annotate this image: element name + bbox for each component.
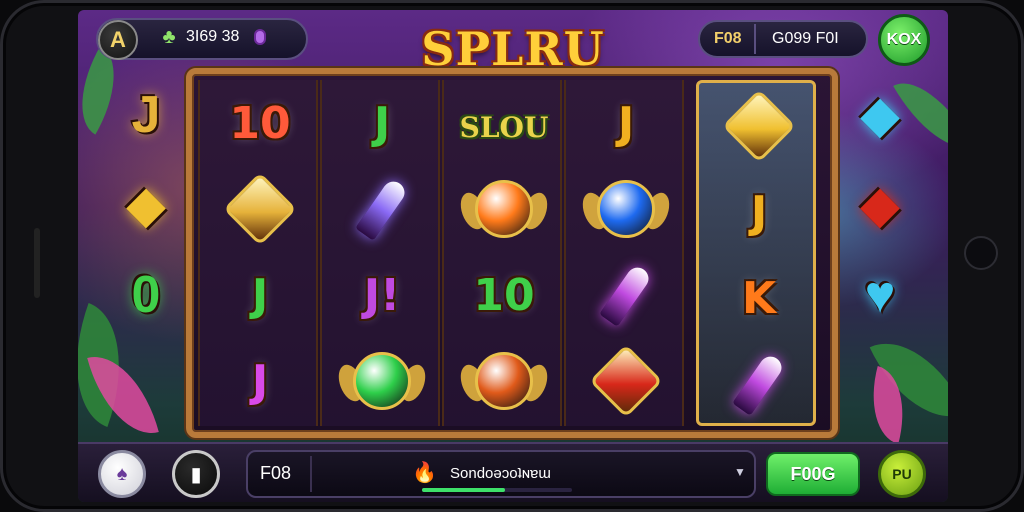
win-label: F08 [714, 30, 742, 47]
phone-side-button [34, 228, 40, 298]
reel-symbol: J [322, 80, 442, 166]
bet-progress-track [422, 488, 572, 492]
win-pill-divider [754, 24, 756, 54]
reel-symbol: J [200, 252, 320, 338]
reel-symbol: J! [322, 252, 442, 338]
reel-symbol: J [699, 169, 819, 255]
reel-symbol: SLOU [444, 80, 564, 166]
bet-progress-fill [422, 488, 505, 492]
game-screen: A ♣ 3I69 38 SPLRU F08 G099 F0I KOX J ◆ 0 ◆… [78, 10, 948, 502]
reel-symbol: J [200, 338, 320, 424]
bet-text: Sondoəɔoʇɴɐɯ [450, 465, 551, 482]
gem-orb-icon [353, 352, 411, 410]
reel-symbol [566, 252, 686, 338]
reel-symbol: K [699, 255, 819, 341]
reel-symbol: J [566, 80, 686, 166]
diamond-gem-icon [722, 89, 796, 163]
gem-orb-icon [597, 180, 655, 238]
reel-3: SLOU 10 [442, 80, 562, 426]
diamond-gem-icon [223, 172, 297, 246]
win-value: G099 F0I [772, 30, 839, 47]
reel-symbol [322, 166, 442, 252]
reel-symbol [699, 83, 819, 169]
spin-button[interactable]: F00G [766, 452, 860, 496]
symbol-letter: J [251, 269, 269, 321]
gem-orb-icon [475, 352, 533, 410]
crystal-icon [355, 177, 409, 241]
phone-frame: A ♣ 3I69 38 SPLRU F08 G099 F0I KOX J ◆ 0 ◆… [0, 0, 1024, 512]
autoplay-button[interactable]: ♠ [98, 450, 146, 498]
reel-symbol [566, 338, 686, 424]
top-action-button[interactable]: KOX [878, 14, 930, 66]
crystal-icon [599, 263, 653, 327]
reel-symbol [566, 166, 686, 252]
coin-icon [254, 29, 266, 45]
caret-down-icon[interactable]: ▼ [734, 465, 746, 479]
symbol-letter: 10 [229, 97, 291, 149]
reel-frame: 10 J J J J! SLOU 10 J J K [186, 68, 838, 438]
symbol-letter: J! [363, 269, 401, 321]
gem-icon: ♣ [162, 26, 176, 48]
symbol-letter: J [750, 186, 768, 238]
bet-label: F08 [260, 463, 292, 483]
reel-symbol [200, 166, 320, 252]
side-symbol: ◆ [860, 176, 900, 234]
diamond-gem-icon [589, 344, 663, 418]
game-logo-icon[interactable]: A [98, 20, 138, 60]
reel-1: 10 J J [198, 80, 318, 426]
reel-symbol: 10 [200, 80, 320, 166]
side-symbol: ◆ [126, 176, 166, 234]
reel-symbol [322, 338, 442, 424]
bet-divider [310, 456, 312, 492]
side-symbol: J [131, 86, 161, 144]
crystal-icon [732, 352, 786, 416]
reel-4: J [564, 80, 684, 426]
info-button[interactable]: ▮ [172, 450, 220, 498]
phone-camera [964, 236, 998, 270]
symbol-letter: 10 [473, 269, 535, 321]
side-symbol: ◆ [860, 86, 900, 144]
side-symbol: ♥ [864, 266, 896, 324]
symbol-letter: K [741, 272, 777, 324]
reel-2: J J! [320, 80, 440, 426]
menu-button[interactable]: PU [878, 450, 926, 498]
gem-orb-icon [475, 180, 533, 238]
reel-symbol [444, 166, 564, 252]
reel-symbol [699, 341, 819, 427]
flame-icon: 🔥 [412, 462, 437, 484]
reel-symbol: 10 [444, 252, 564, 338]
side-symbol: 0 [131, 266, 161, 324]
reel-symbol [444, 338, 564, 424]
symbol-letter: J [617, 97, 635, 149]
symbol-letter: J [373, 97, 391, 149]
balance-value: 3I69 38 [186, 28, 240, 45]
slot-banner: SLOU [459, 110, 549, 144]
reel-5: JK [696, 80, 816, 426]
symbol-letter: J [251, 355, 269, 407]
